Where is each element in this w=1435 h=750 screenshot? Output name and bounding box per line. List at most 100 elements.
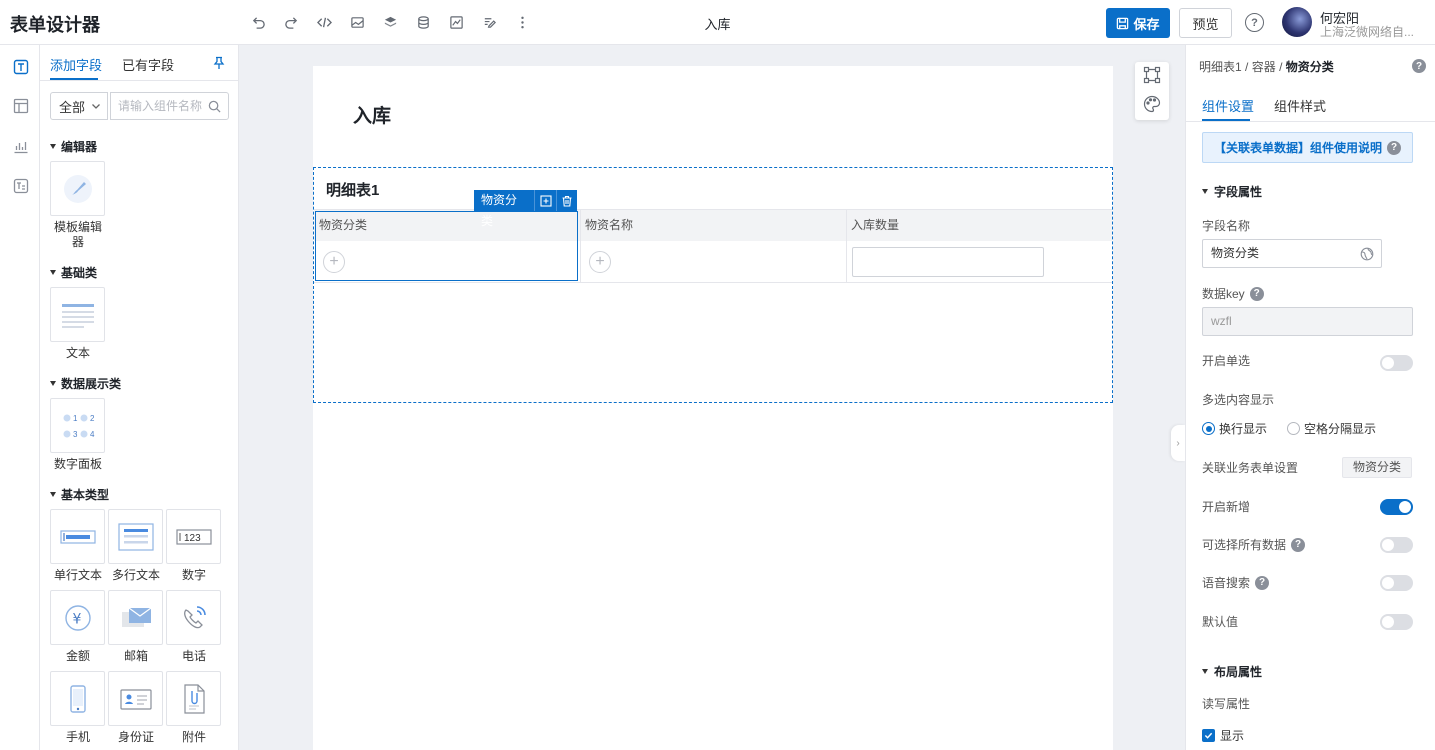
id-card-icon — [119, 688, 152, 710]
data-key-input[interactable]: wzfl — [1202, 307, 1413, 336]
code-icon[interactable] — [314, 12, 334, 32]
group-title-basic[interactable]: 基础类 — [50, 264, 97, 281]
comp-label-mobile: 手机 — [65, 730, 90, 744]
copy-field-button[interactable] — [534, 190, 555, 211]
enable-add-toggle[interactable] — [1380, 499, 1413, 515]
template-icon[interactable] — [12, 177, 29, 194]
id-card-card[interactable] — [108, 671, 163, 726]
single-line-text-card[interactable] — [50, 509, 105, 564]
number-glyph: 123 — [184, 533, 201, 544]
mail-card[interactable] — [108, 590, 163, 645]
group-title-data-display[interactable]: 数据展示类 — [50, 375, 121, 392]
search-input[interactable] — [111, 93, 203, 119]
column-header-quantity[interactable]: 入库数量 — [846, 210, 1112, 241]
breadcrumb-item[interactable]: 明细表1 — [1199, 60, 1242, 74]
single-line-icon — [59, 529, 96, 544]
column-divider — [846, 210, 847, 282]
database-icon[interactable] — [413, 12, 433, 32]
add-category-button[interactable]: + — [323, 251, 345, 273]
multi-line-text-card[interactable] — [108, 509, 163, 564]
breadcrumb-item[interactable]: 容器 — [1252, 60, 1276, 74]
add-name-button[interactable]: + — [589, 251, 611, 273]
multi-display-label: 多选内容显示 — [1202, 393, 1275, 407]
edit-icon[interactable] — [479, 12, 499, 32]
layout-icon[interactable] — [12, 97, 29, 114]
checkbox-checked — [1202, 729, 1215, 742]
property-panel: 明细表1 / 容器 / 物资分类 ? 组件设置 组件样式 【关联表单数据】组件使… — [1185, 45, 1435, 750]
quantity-input[interactable] — [852, 247, 1044, 277]
linked-form-button[interactable]: 物资分类 — [1342, 457, 1413, 478]
chart-icon[interactable] — [12, 137, 29, 154]
usage-notice-link[interactable]: 【关联表单数据】组件使用说明 ? — [1202, 132, 1413, 163]
form-title[interactable]: 入库 — [353, 101, 391, 128]
template-editor-card[interactable] — [50, 161, 105, 216]
component-tabs: 添加字段 已有字段 — [40, 45, 238, 81]
toolbar-icons — [248, 12, 532, 32]
phone-card[interactable] — [166, 590, 221, 645]
number-panel-card[interactable]: 1 2 3 4 — [50, 398, 105, 453]
field-name-input[interactable]: 物资分类 — [1202, 239, 1382, 268]
tab-component-settings[interactable]: 组件设置 — [1202, 96, 1254, 115]
help-icon[interactable]: ? — [1255, 575, 1270, 590]
section-field-properties[interactable]: 字段属性 — [1202, 183, 1262, 200]
preview-button[interactable]: 预览 — [1179, 8, 1232, 38]
notice-text: 【关联表单数据】组件使用说明 — [1213, 141, 1382, 155]
group-title-basic-types[interactable]: 基本类型 — [50, 486, 109, 503]
nodes-icon[interactable] — [1143, 66, 1161, 84]
delete-field-button[interactable] — [555, 190, 577, 211]
detail-table-title[interactable]: 明细表1 — [326, 179, 379, 200]
collapse-panel-handle[interactable]: › — [1171, 425, 1185, 461]
redo-icon[interactable] — [281, 12, 301, 32]
visible-label: 显示 — [1220, 729, 1245, 743]
number-card[interactable]: 123 — [166, 509, 221, 564]
palette-icon[interactable] — [1143, 95, 1161, 113]
floating-tools — [1135, 62, 1169, 120]
globe-icon[interactable] — [1360, 247, 1374, 261]
text-card[interactable] — [50, 287, 105, 342]
template-editor-icon — [63, 174, 92, 203]
detail-table-container[interactable]: 明细表1 物资分类 物资名称 入库数量 + + 物资分类 — [313, 167, 1113, 403]
enable-add-label: 开启新增 — [1202, 500, 1251, 514]
save-button[interactable]: 保存 — [1106, 8, 1170, 38]
left-rail — [0, 45, 40, 750]
comp-label-text: 文本 — [65, 346, 90, 360]
help-icon[interactable]: ? — [1249, 286, 1264, 301]
top-bar: 表单设计器 入库 保存 预览 ? 何宏阳 上海泛微网络自... — [0, 0, 1435, 45]
radio-line-break[interactable]: 换行显示 — [1202, 420, 1267, 437]
single-select-toggle[interactable] — [1380, 355, 1413, 371]
attachment-card[interactable] — [166, 671, 221, 726]
column-header-category[interactable]: 物资分类 — [314, 210, 580, 241]
chart-icon[interactable] — [446, 12, 466, 32]
chevron-down-icon — [92, 104, 100, 109]
layers-icon[interactable] — [380, 12, 400, 32]
help-icon[interactable]: ? — [1245, 13, 1264, 32]
breadcrumb-separator: / — [1279, 60, 1283, 74]
text-field-icon[interactable] — [12, 58, 29, 75]
selected-field-label: 物资分类 — [481, 193, 518, 228]
category-filter-select[interactable]: 全部 — [50, 92, 108, 120]
tab-component-style[interactable]: 组件样式 — [1274, 96, 1326, 115]
breadcrumb-separator: / — [1245, 60, 1249, 74]
search-icon[interactable] — [208, 100, 221, 113]
mobile-card[interactable] — [50, 671, 105, 726]
image-icon[interactable] — [347, 12, 367, 32]
pin-icon[interactable] — [212, 56, 226, 70]
multi-line-icon — [117, 522, 154, 551]
help-icon[interactable]: ? — [1412, 59, 1426, 73]
visible-checkbox[interactable]: 显示 — [1202, 727, 1244, 744]
undo-icon[interactable] — [248, 12, 268, 32]
text-icon — [61, 303, 94, 328]
group-title-editor[interactable]: 编辑器 — [50, 138, 97, 155]
currency-card[interactable]: ¥ — [50, 590, 105, 645]
more-icon[interactable] — [512, 12, 532, 32]
column-header-name[interactable]: 物资名称 — [580, 210, 846, 241]
radio-space-separated[interactable]: 空格分隔显示 — [1287, 420, 1376, 437]
select-all-toggle[interactable] — [1380, 537, 1413, 553]
section-layout-properties[interactable]: 布局属性 — [1202, 663, 1262, 680]
voice-search-toggle[interactable] — [1380, 575, 1413, 591]
avatar[interactable] — [1282, 7, 1312, 37]
tab-add-field[interactable]: 添加字段 — [50, 55, 102, 74]
tab-existing-field[interactable]: 已有字段 — [122, 55, 174, 74]
help-icon[interactable]: ? — [1291, 537, 1306, 552]
default-value-toggle[interactable] — [1380, 614, 1413, 630]
